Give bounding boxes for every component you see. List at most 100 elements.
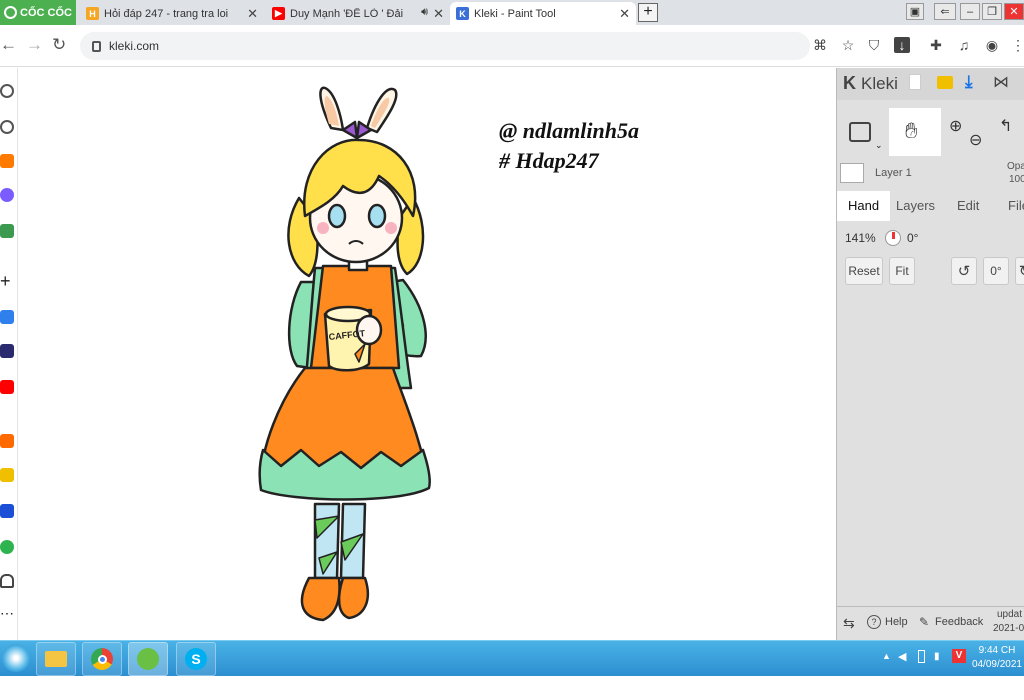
speaker-icon[interactable]: 🔊︎ [421, 6, 428, 19]
shape-tool-icon[interactable] [849, 122, 871, 142]
close-icon[interactable]: ✕ [247, 6, 258, 22]
tiki-icon[interactable] [0, 504, 14, 518]
lock-icon [92, 40, 101, 52]
volume-icon[interactable]: ◀ [898, 650, 906, 663]
network-icon[interactable]: ▮ [934, 651, 940, 662]
drawing-canvas[interactable]: CAFFOT @ ndlamlinh5a # Hdap247 [19, 68, 836, 640]
tab-youtube[interactable]: ▶ Duy Mạnh 'ĐẾ LỎ ' Đải 🔊︎ ✕ [266, 2, 450, 25]
news-icon[interactable] [0, 344, 14, 358]
media-icon[interactable]: ♫ [956, 37, 972, 53]
youtube-icon[interactable] [0, 380, 14, 394]
feedback-icon[interactable]: ✎ [919, 615, 929, 629]
shopee-icon[interactable] [0, 434, 14, 448]
youtube-favicon-icon: ▶ [272, 7, 285, 20]
rotation-dial-icon[interactable] [885, 230, 901, 246]
rotation-readout: 0° [907, 231, 919, 245]
chevron-down-icon[interactable]: ⌄ [875, 140, 883, 151]
layer-thumbnail [840, 163, 864, 183]
browser-tab-strip: CỐC CỐC H Hỏi đáp 247 - trang tra loi ✕ … [0, 0, 1024, 25]
translate-icon[interactable]: ⌘ [812, 37, 828, 53]
minimize-button[interactable]: – [960, 3, 980, 20]
close-icon[interactable]: ✕ [433, 6, 444, 22]
tab-kleki[interactable]: K Kleki - Paint Tool ✕ [450, 2, 636, 25]
share-icon[interactable]: ⋈ [993, 72, 1009, 92]
taskbar-explorer[interactable] [36, 642, 76, 676]
close-window-button[interactable]: ✕ [1004, 3, 1024, 20]
rotate-left-icon[interactable]: ↺ [951, 257, 977, 285]
rotate-right-icon[interactable]: ↻ [1015, 257, 1024, 285]
opacity-value: 100 [1009, 174, 1024, 185]
fit-button[interactable]: Fit [889, 257, 915, 285]
kleki-logo-icon: K [843, 73, 856, 93]
folder-icon [45, 651, 67, 667]
undo-icon[interactable]: ↰ [999, 116, 1012, 136]
tab-hoidap247[interactable]: H Hỏi đáp 247 - trang tra loi ✕ [80, 2, 264, 25]
tab-title: Duy Mạnh 'ĐẾ LỎ ' Đải [290, 7, 404, 20]
taskbar-coccoc[interactable] [128, 642, 168, 676]
system-clock[interactable]: 9:44 CH 04/09/2021 [972, 644, 1022, 672]
tab-layers[interactable]: Layers [885, 191, 946, 221]
extensions-icon[interactable]: ✚ [928, 37, 944, 53]
add-icon[interactable]: + [0, 272, 14, 290]
new-image-icon[interactable] [909, 74, 921, 90]
reload-icon[interactable]: ↻ [52, 35, 66, 55]
hand-tool-button[interactable]: ✋︎ [889, 108, 941, 156]
coccoc-logo-icon [4, 6, 17, 19]
back-icon[interactable]: ← [0, 35, 17, 55]
help-icon[interactable]: ? [867, 615, 881, 629]
open-folder-icon[interactable] [937, 76, 953, 89]
tab-file[interactable]: File [997, 191, 1024, 221]
more-icon[interactable]: ⋯ [0, 606, 14, 622]
bell-icon[interactable] [0, 574, 14, 588]
download-icon[interactable]: ↓ [894, 37, 910, 53]
collapse-icon[interactable]: ⇐ [934, 3, 956, 20]
taskbar-skype[interactable]: S [176, 642, 216, 676]
vietkey-icon[interactable]: V [952, 649, 966, 663]
menu-icon[interactable]: ⋮ [1010, 37, 1024, 53]
url-field[interactable]: kleki.com [80, 32, 810, 60]
start-button[interactable] [2, 644, 30, 672]
tab-edit[interactable]: Edit [946, 191, 990, 221]
new-tab-button[interactable]: + [638, 3, 658, 22]
shield-icon[interactable]: ⛉ [866, 37, 882, 53]
zoom-out-icon[interactable]: ⊖ [969, 130, 982, 150]
help-link[interactable]: Help [885, 616, 908, 628]
brand-label: CỐC CỐC [20, 6, 72, 19]
kleki-favicon-icon: K [456, 7, 469, 20]
history-icon[interactable] [0, 120, 14, 134]
update-date: 2021-0 [993, 623, 1024, 634]
tab-hand[interactable]: Hand [837, 191, 891, 221]
clock-date: 04/09/2021 [971, 659, 1022, 670]
address-bar: ← → ↻ kleki.com ⌘ ☆ ⛉ ↓ ✚ ♫ ◉ ⋮ [0, 25, 1024, 67]
hand-tool-settings: 141% 0° Reset Fit ↺ 0° ↻ [837, 221, 1024, 606]
taskbar-chrome[interactable] [82, 642, 122, 676]
tv-icon[interactable] [0, 468, 14, 482]
screen-bottom-strip [0, 676, 1024, 700]
settings-icon[interactable] [0, 84, 14, 98]
messenger-icon[interactable] [0, 188, 14, 202]
flame-icon[interactable] [0, 154, 14, 168]
bookmark-icon[interactable] [0, 310, 14, 324]
screenshot-icon[interactable]: ▣ [906, 3, 924, 20]
kleki-toolbar-top: K Kleki ⤓ ⋈ [837, 68, 1024, 100]
swap-icon[interactable]: ⇆ [843, 615, 855, 632]
angle-button[interactable]: 0° [983, 257, 1009, 285]
reset-button[interactable]: Reset [845, 257, 883, 285]
clock-time: 9:44 CH [978, 645, 1016, 656]
save-download-icon[interactable]: ⤓ [965, 72, 973, 92]
battery-icon[interactable] [918, 650, 925, 663]
star-icon[interactable]: ☆ [840, 37, 856, 53]
layer-row[interactable]: Layer 1 Opa 100 [837, 161, 1024, 187]
game-icon[interactable] [0, 540, 14, 554]
close-icon[interactable]: ✕ [619, 6, 630, 22]
feedback-link[interactable]: Feedback [935, 616, 983, 628]
coccoc-menu-button[interactable]: CỐC CỐC [0, 0, 76, 25]
zoom-in-icon[interactable]: ⊕ [949, 116, 962, 136]
update-label[interactable]: updat [997, 609, 1022, 620]
app-icon[interactable] [0, 224, 14, 238]
tray-arrow-icon[interactable]: ▲ [882, 651, 891, 661]
forward-icon[interactable]: → [26, 35, 43, 55]
maximize-button[interactable]: ❐ [982, 3, 1002, 20]
profile-icon[interactable]: ◉ [984, 37, 1000, 53]
kleki-side-panel: K Kleki ⤓ ⋈ ⌄ ✋︎ ⊕ ⊖ ↰ Layer 1 Opa 100 H… [836, 68, 1024, 640]
